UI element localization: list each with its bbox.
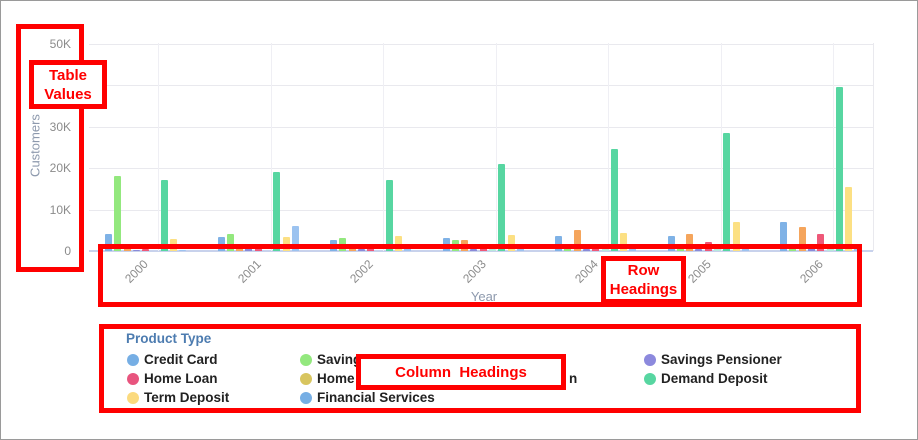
- gridline-horizontal: [89, 168, 873, 169]
- row-headings-region-box: [98, 244, 862, 307]
- plot-right-border: [873, 43, 874, 251]
- bar[interactable]: [611, 149, 618, 251]
- gridline-horizontal: [89, 210, 873, 211]
- bar[interactable]: [386, 180, 393, 251]
- gridline-vertical: [608, 43, 609, 251]
- bar[interactable]: [845, 187, 852, 251]
- table-values-label: TableValues: [29, 60, 107, 109]
- table-values-label-line1: Table: [34, 66, 102, 85]
- column-headings-label: Column Headings: [356, 354, 566, 390]
- bar[interactable]: [161, 180, 168, 251]
- column-headings-label-text: Column Headings: [361, 363, 561, 382]
- row-headings-label-line2: Headings: [606, 280, 681, 299]
- bar[interactable]: [498, 164, 505, 251]
- chart-screenshot: Customers Year Product Type TableValues …: [0, 0, 918, 440]
- gridline-horizontal: [89, 85, 873, 86]
- gridline-vertical: [158, 43, 159, 251]
- bar[interactable]: [723, 133, 730, 251]
- table-values-label-line2: Values: [34, 85, 102, 104]
- gridline-vertical: [383, 43, 384, 251]
- bar[interactable]: [836, 87, 843, 251]
- bar[interactable]: [114, 176, 121, 251]
- gridline-vertical: [721, 43, 722, 251]
- row-headings-label-line1: Row: [606, 261, 681, 280]
- gridline-horizontal: [89, 127, 873, 128]
- gridline-vertical: [271, 43, 272, 251]
- gridline-vertical: [496, 43, 497, 251]
- gridline-vertical: [833, 43, 834, 251]
- gridline-horizontal: [89, 44, 873, 45]
- row-headings-label: RowHeadings: [601, 256, 686, 304]
- bar[interactable]: [273, 172, 280, 251]
